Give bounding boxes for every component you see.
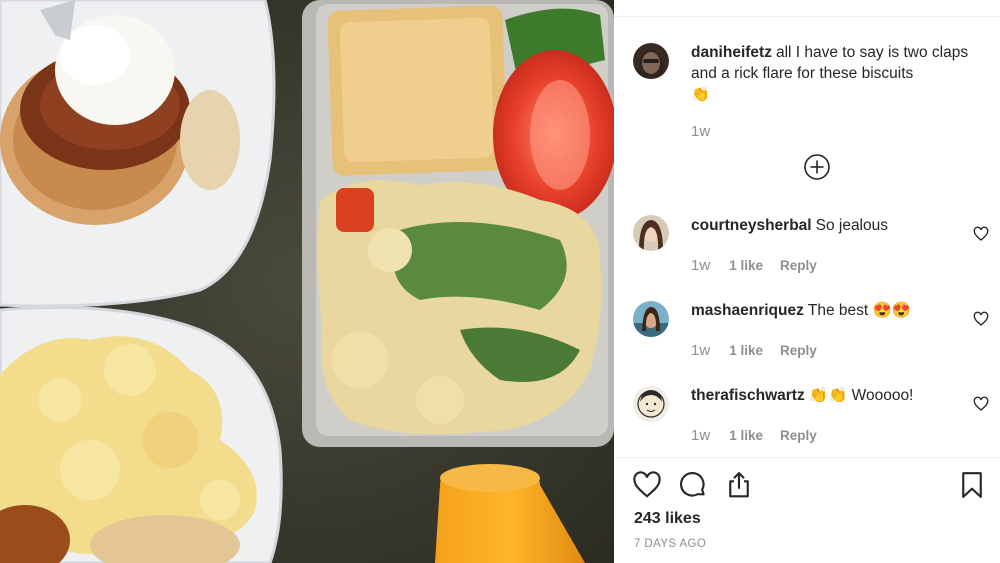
comment-text: therafischwartz 👏👏 Wooooo! <box>691 386 913 407</box>
load-more-comments-button[interactable] <box>803 153 831 181</box>
caption-time[interactable]: 1w <box>691 123 710 140</box>
clap-emoji: 👏 <box>691 86 710 103</box>
comment-body: 👏👏 Wooooo! <box>808 387 914 404</box>
comment-bubble-icon <box>680 472 705 497</box>
likes-count[interactable]: 243 likes <box>634 510 701 528</box>
biscuit-plate <box>0 0 276 308</box>
comment-username[interactable]: courtneysherbal <box>691 217 812 234</box>
comment-meta: 1w 1 like Reply <box>691 342 834 359</box>
plus-circle-icon <box>804 154 830 180</box>
comment-like-button[interactable] <box>973 226 989 242</box>
avatar-image <box>633 386 669 422</box>
caption-text: daniheifetz all I have to say is two clap… <box>691 43 991 105</box>
reply-button[interactable]: Reply <box>780 343 817 358</box>
actions-divider <box>614 457 1000 458</box>
comment-time[interactable]: 1w <box>691 342 710 359</box>
comment-like-button[interactable] <box>973 396 989 412</box>
post-photo[interactable] <box>0 0 614 563</box>
comment-meta: 1w 1 like Reply <box>691 257 834 274</box>
comments-panel: daniheifetz all I have to say is two clap… <box>614 0 1000 563</box>
avatar[interactable] <box>633 386 669 422</box>
share-button[interactable] <box>724 470 754 500</box>
comment-meta: 1w 1 like Reply <box>691 427 834 444</box>
comment-username[interactable]: mashaenriquez <box>691 302 804 319</box>
comment-likes[interactable]: 1 like <box>729 258 763 273</box>
avatar-image <box>633 215 669 251</box>
caption-username[interactable]: daniheifetz <box>691 44 772 61</box>
like-button[interactable] <box>632 470 662 500</box>
comment-username[interactable]: therafischwartz <box>691 387 805 404</box>
bookmark-icon <box>962 472 982 498</box>
food-photo-illustration <box>0 0 614 563</box>
avatar[interactable] <box>633 43 669 79</box>
avatar[interactable] <box>633 215 669 251</box>
save-button[interactable] <box>957 470 987 500</box>
reply-button[interactable]: Reply <box>780 428 817 443</box>
heart-icon <box>973 226 989 241</box>
comment-button[interactable] <box>678 470 708 500</box>
comment-time[interactable]: 1w <box>691 257 710 274</box>
comment-likes[interactable]: 1 like <box>729 343 763 358</box>
header-divider <box>614 16 1000 17</box>
comment-body: So jealous <box>815 217 888 234</box>
heart-icon <box>973 396 989 411</box>
comment-text: mashaenriquez The best 😍😍 <box>691 301 911 322</box>
avatar-image <box>633 301 669 337</box>
avatar[interactable] <box>633 301 669 337</box>
comment-time[interactable]: 1w <box>691 427 710 444</box>
share-icon <box>729 472 749 498</box>
caption-meta: 1w <box>691 123 729 140</box>
comment-body: The best 😍😍 <box>807 302 912 319</box>
heart-icon <box>973 311 989 326</box>
post-date[interactable]: 7 DAYS AGO <box>634 538 706 550</box>
comment-text: courtneysherbal So jealous <box>691 216 888 237</box>
comment-likes[interactable]: 1 like <box>729 428 763 443</box>
heart-icon <box>633 471 661 498</box>
reply-button[interactable]: Reply <box>780 258 817 273</box>
avatar-image <box>633 43 669 79</box>
comment-like-button[interactable] <box>973 311 989 327</box>
breakfast-tray <box>302 0 614 447</box>
